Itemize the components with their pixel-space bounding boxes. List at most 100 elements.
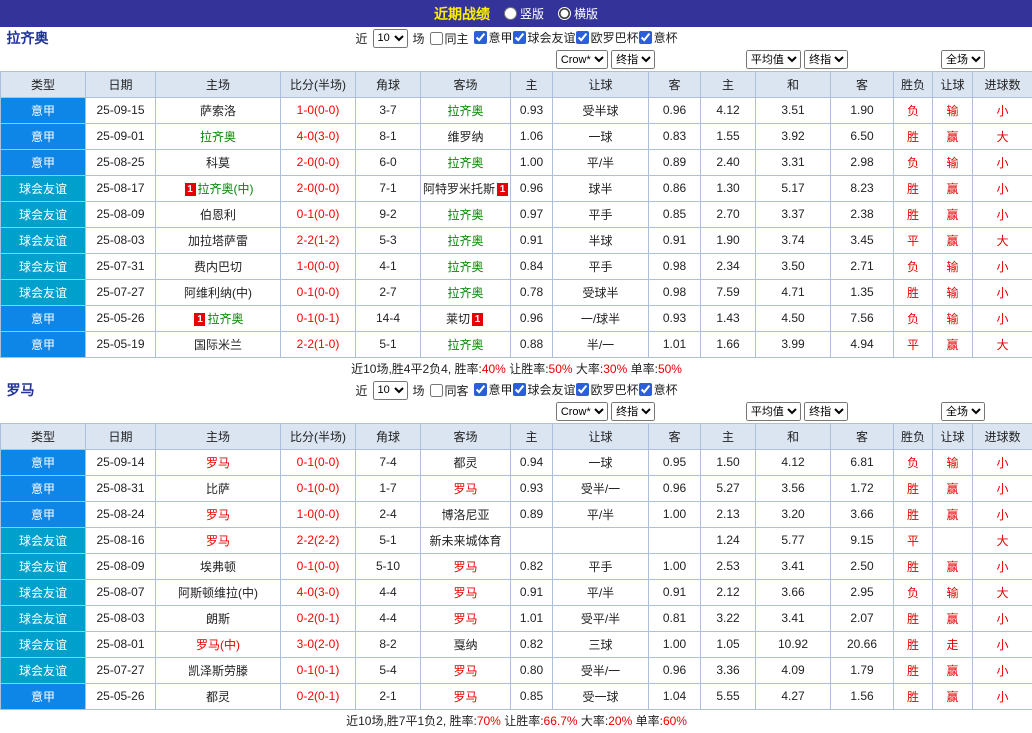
league-checkbox[interactable] bbox=[575, 31, 589, 44]
filter-controls: 近 10 场 同主 意甲 球会友谊 欧罗巴杯 意杯 bbox=[355, 28, 678, 48]
league-type-cell: 球会友谊 bbox=[0, 656, 86, 684]
result-cell: 负 bbox=[893, 252, 933, 280]
layout-option-vertical[interactable]: 竖版 bbox=[503, 5, 544, 22]
handicap-away-odds-cell: 1.00 bbox=[648, 500, 701, 528]
league-checkbox[interactable] bbox=[512, 31, 526, 44]
date-cell: 25-08-03 bbox=[85, 226, 156, 254]
avg-draw-odds-cell: 10.92 bbox=[755, 630, 831, 658]
goals-result-cell: 小 bbox=[971, 304, 1032, 332]
league-checkbox[interactable] bbox=[638, 383, 652, 396]
goals-result-cell: 小 bbox=[971, 252, 1032, 280]
handicap-home-odds-cell: 0.89 bbox=[510, 500, 553, 528]
home-team-cell: 科莫 bbox=[155, 148, 281, 176]
league-checkbox[interactable] bbox=[473, 383, 487, 396]
handicap-away-odds-cell: 0.98 bbox=[648, 252, 701, 280]
avg-away-odds-cell: 2.07 bbox=[830, 604, 894, 632]
recent-count-select[interactable]: 10 bbox=[372, 28, 408, 48]
handicap-result-cell: 赢 bbox=[932, 122, 973, 150]
result-cell: 胜 bbox=[893, 122, 933, 150]
team-label: 拉齐奥 bbox=[447, 155, 484, 170]
league-filter[interactable]: 欧罗巴杯 bbox=[575, 381, 639, 398]
recent-results-table: 拉齐奥 近 10 场 同主 意甲 球会友谊 欧罗巴杯 意杯 Crow* 终指 平… bbox=[0, 27, 1032, 379]
summary-text: 近10场,胜7平1负2, 胜率:70% 让胜率:66.7% 大率:20% 单率:… bbox=[1, 709, 1032, 731]
league-filter[interactable]: 欧罗巴杯 bbox=[575, 29, 639, 46]
column-header: 进球数 bbox=[971, 70, 1032, 98]
column-header: 让球 bbox=[932, 70, 973, 98]
summary-segment: 20% bbox=[608, 713, 633, 728]
column-header: 让球 bbox=[552, 422, 649, 450]
filter-controls: 近 10 场 同客 意甲 球会友谊 欧罗巴杯 意杯 bbox=[355, 380, 678, 400]
team-label: 拉齐奥 bbox=[199, 129, 236, 144]
handicap-cell: 平手 bbox=[552, 552, 649, 580]
league-filter[interactable]: 球会友谊 bbox=[512, 381, 576, 398]
column-header-row: 类型 日期 主场 比分(半场) 角球 客场主让球客主和客胜负 让球 进球数 bbox=[0, 422, 1032, 450]
avg-draw-odds-cell: 5.17 bbox=[755, 174, 831, 202]
score-cell: 2-2(2-2) bbox=[280, 526, 356, 554]
home-team-cell: 1 拉齐奥 bbox=[155, 304, 281, 332]
final-odds-select[interactable]: 终指 bbox=[611, 402, 656, 422]
avg-away-odds-cell: 8.23 bbox=[830, 174, 894, 202]
same-side-filter[interactable]: 同客 bbox=[429, 382, 469, 399]
corner-cell: 4-4 bbox=[355, 604, 421, 632]
average-odds-select[interactable]: 平均值 bbox=[745, 50, 801, 70]
avg-draw-odds-cell: 3.37 bbox=[755, 200, 831, 228]
league-type-cell: 球会友谊 bbox=[0, 252, 86, 280]
avg-home-odds-cell: 1.05 bbox=[700, 630, 756, 658]
vertical-radio[interactable] bbox=[503, 7, 517, 20]
handicap-away-odds-cell: 1.04 bbox=[648, 682, 701, 710]
league-label: 意杯 bbox=[653, 31, 678, 45]
date-cell: 25-07-27 bbox=[85, 278, 156, 306]
league-filter[interactable]: 意杯 bbox=[638, 381, 678, 398]
league-filter[interactable]: 球会友谊 bbox=[512, 29, 576, 46]
recent-count-select[interactable]: 10 bbox=[372, 380, 408, 400]
column-header: 胜负 bbox=[893, 70, 933, 98]
corner-cell: 5-4 bbox=[355, 656, 421, 684]
avg-draw-odds-cell: 4.71 bbox=[755, 278, 831, 306]
average-odds-select[interactable]: 平均值 bbox=[745, 402, 801, 422]
team-label: 罗马 bbox=[205, 455, 230, 470]
team-label: 凯泽斯劳滕 bbox=[187, 663, 248, 678]
avg-draw-odds-cell: 4.27 bbox=[755, 682, 831, 710]
final-odds-select-2[interactable]: 终指 bbox=[804, 50, 849, 70]
final-odds-select[interactable]: 终指 bbox=[611, 50, 656, 70]
league-checkbox[interactable] bbox=[638, 31, 652, 44]
match-scope-select[interactable]: 全场 bbox=[941, 402, 986, 422]
corner-cell: 5-1 bbox=[355, 330, 421, 358]
team-label: 科莫 bbox=[205, 155, 230, 170]
summary-segment: 60% bbox=[662, 713, 687, 728]
handicap-away-odds-cell: 0.96 bbox=[648, 474, 701, 502]
column-header: 主 bbox=[510, 422, 553, 450]
layout-option-horizontal[interactable]: 横版 bbox=[558, 5, 598, 22]
same-side-checkbox[interactable] bbox=[429, 31, 443, 45]
league-checkbox[interactable] bbox=[575, 383, 589, 396]
corner-cell: 3-7 bbox=[355, 96, 421, 124]
league-filter[interactable]: 意甲 bbox=[473, 29, 513, 46]
league-filter[interactable]: 意杯 bbox=[638, 29, 678, 46]
away-team-cell: 拉齐奥 bbox=[420, 200, 511, 228]
score-cell: 0-1(0-1) bbox=[280, 656, 356, 684]
summary-segment: 大率: bbox=[572, 361, 604, 376]
team-label: 莱切 bbox=[445, 311, 470, 326]
same-side-checkbox[interactable] bbox=[429, 383, 443, 397]
handicap-cell: 一球 bbox=[552, 448, 649, 476]
score-cell: 0-1(0-0) bbox=[280, 200, 356, 228]
final-odds-select-2[interactable]: 终指 bbox=[804, 402, 849, 422]
handicap-home-odds-cell: 1.00 bbox=[510, 148, 553, 176]
goals-result-cell: 大 bbox=[971, 578, 1032, 606]
home-team-cell: 罗马 bbox=[155, 526, 281, 554]
column-header: 胜负 bbox=[893, 422, 933, 450]
avg-draw-odds-cell: 3.20 bbox=[755, 500, 831, 528]
same-side-filter[interactable]: 同主 bbox=[429, 30, 469, 47]
odds-company-select[interactable]: Crow* bbox=[555, 402, 608, 422]
handicap-result-cell: 输 bbox=[932, 448, 973, 476]
home-team-cell: 朗斯 bbox=[155, 604, 281, 632]
team-label: 罗马 bbox=[453, 611, 478, 626]
horizontal-radio[interactable] bbox=[558, 7, 571, 20]
odds-company-select[interactable]: Crow* bbox=[555, 50, 608, 70]
league-checkbox[interactable] bbox=[473, 31, 487, 44]
handicap-result-cell: 输 bbox=[932, 304, 973, 332]
match-scope-select[interactable]: 全场 bbox=[941, 50, 986, 70]
league-checkbox[interactable] bbox=[512, 383, 526, 396]
league-filter[interactable]: 意甲 bbox=[473, 381, 513, 398]
match-row: 意甲 25-08-24 罗马 1-0(0-0) 2-4 博洛尼亚 0.89 平/半 1.00 2.… bbox=[0, 500, 1032, 528]
